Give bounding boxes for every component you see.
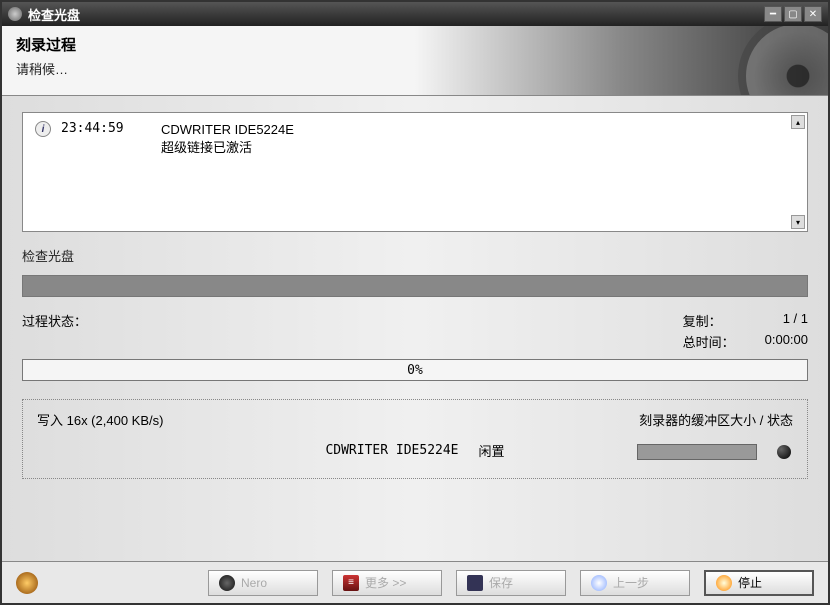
writer-status: 闲置 [479,441,505,460]
titlebar: 检查光盘 ━ ▢ ✕ [2,2,828,26]
nero-label: Nero [241,576,267,590]
verify-label: 检查光盘 [22,246,808,265]
status-led-icon [777,445,791,459]
content-area: i 23:44:59 CDWRITER IDE5224E 超级链接已激活 ▴ ▾… [2,96,828,561]
write-speed-label: 写入 16x (2,400 KB/s) [37,410,163,429]
stop-icon [716,575,732,591]
log-panel: i 23:44:59 CDWRITER IDE5224E 超级链接已激活 ▴ ▾ [22,112,808,232]
maximize-button[interactable]: ▢ [784,6,802,22]
stats-row: 过程状态： 复制： 1 / 1 总时间： 0:00:00 [22,311,808,351]
buffer-progress-bar [637,444,757,460]
nero-icon [219,575,235,591]
log-device: CDWRITER IDE5224E [161,121,294,139]
buffer-label: 刻录器的缓冲区大小 / 状态 [639,410,793,429]
back-button[interactable]: 上一步 [580,570,690,596]
disc-icon [738,26,828,96]
verify-progress-bar [22,275,808,297]
stop-label: 停止 [738,574,762,591]
writer-device: CDWRITER IDE5224E [325,443,458,458]
close-button[interactable]: ✕ [804,6,822,22]
writer-panel: 写入 16x (2,400 KB/s) 刻录器的缓冲区大小 / 状态 CDWRI… [22,399,808,479]
help-icon[interactable] [16,572,38,594]
footer-toolbar: Nero ≡ 更多 >> 保存 上一步 停止 [2,561,828,603]
nero-button[interactable]: Nero [208,570,318,596]
scroll-down-icon[interactable]: ▾ [791,215,805,229]
log-timestamp: 23:44:59 [61,121,151,136]
scroll-up-icon[interactable]: ▴ [791,115,805,129]
total-time-value: 0:00:00 [765,332,808,351]
app-icon [8,7,22,21]
save-label: 保存 [489,574,513,591]
page-title: 刻录过程 [16,34,814,55]
save-button[interactable]: 保存 [456,570,566,596]
window-title: 检查光盘 [28,5,764,24]
copy-value: 1 / 1 [765,311,808,330]
log-text: 超级链接已激活 [161,139,294,157]
copy-label: 复制： [683,311,735,330]
back-icon [591,575,607,591]
log-entry: i 23:44:59 CDWRITER IDE5224E 超级链接已激活 [35,121,795,157]
save-icon [467,575,483,591]
app-window: 检查光盘 ━ ▢ ✕ 刻录过程 请稍候… i 23:44:59 CDWRITER… [0,0,830,605]
more-icon: ≡ [343,575,359,591]
process-status-label: 过程状态： [22,311,87,351]
process-percent: 0% [407,363,423,378]
process-progress-bar: 0% [22,359,808,381]
info-icon: i [35,121,51,137]
back-label: 上一步 [613,574,649,591]
more-label: 更多 >> [365,574,406,591]
stop-button[interactable]: 停止 [704,570,814,596]
log-scrollbar[interactable]: ▴ ▾ [791,115,805,229]
log-message: CDWRITER IDE5224E 超级链接已激活 [161,121,294,157]
total-time-label: 总时间： [683,332,735,351]
page-subtitle: 请稍候… [16,59,814,78]
header: 刻录过程 请稍候… [2,26,828,96]
more-button[interactable]: ≡ 更多 >> [332,570,442,596]
minimize-button[interactable]: ━ [764,6,782,22]
